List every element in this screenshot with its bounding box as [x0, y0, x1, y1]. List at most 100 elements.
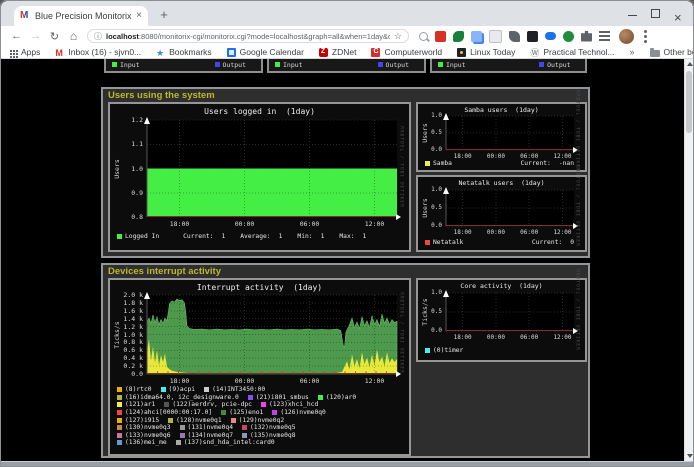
tab-close-icon[interactable]: ×	[136, 11, 142, 21]
section-users-title: Users using the system	[103, 89, 588, 102]
legend-item: (8)rtc0	[117, 386, 152, 393]
scroll-up-arrow-icon[interactable]	[685, 59, 693, 69]
pen-extension-icon[interactable]	[509, 31, 520, 42]
plot-area	[147, 120, 397, 217]
back-button[interactable]	[7, 30, 26, 42]
interrupt-activity-graph[interactable]: Interrupt activity (1day)Ticks/s2.0 k1.8…	[108, 278, 411, 456]
bookmark-item[interactable]: Practical Technol...	[530, 47, 614, 57]
address-bar[interactable]: localhost:8080/monitorix-cgi/monitorix.c…	[87, 29, 409, 43]
x-tick-label: 00:00	[487, 334, 505, 341]
home-button[interactable]	[64, 29, 83, 43]
forward-button[interactable]	[26, 30, 45, 42]
x-tick-label: 12:00	[365, 220, 385, 228]
output-legend-square	[539, 62, 544, 67]
samba-users-graph[interactable]: Samba users (1day)Users1.00.50.018:0000:…	[416, 102, 587, 172]
bookmarks-overflow-chevron[interactable]: »	[630, 47, 635, 57]
stat-label: Current:	[183, 233, 213, 240]
bookmark-item[interactable]: Apps	[9, 47, 40, 57]
dark-square-extension-icon[interactable]	[527, 31, 538, 42]
apps-grid-icon	[10, 50, 12, 52]
legend-color-square	[425, 348, 430, 353]
legend-item: (126)nvme0q0	[272, 409, 326, 416]
legend-row: (136)mei_me(137)snd_hda_intel:card0	[117, 439, 406, 447]
legend-color-square	[318, 395, 323, 400]
scroll-down-arrow-icon[interactable]	[685, 451, 693, 461]
bookmark-item[interactable]: ZDNet	[319, 47, 357, 57]
browser-tab[interactable]: Blue Precision Monitorix ×	[14, 6, 148, 26]
page-info-icon[interactable]	[94, 31, 102, 42]
stat-label: Max:	[339, 233, 354, 240]
y-tick-label: 1.0	[418, 187, 442, 193]
legend-label: (122)aerdrv, pcie-dpc	[172, 401, 252, 408]
stat-value: -nan	[559, 160, 574, 167]
legend-label: (135)nvme0q8	[250, 432, 296, 439]
bookmark-label: Inbox (16) - sjvn0...	[68, 47, 141, 57]
legend-item: (124)ahci[0000:00:17.0]	[117, 409, 212, 416]
netatalk-users-graph[interactable]: Netatalk users (1day)Users1.00.50.018:00…	[416, 175, 587, 252]
other-bookmarks-label: Other bookmarks	[664, 47, 694, 57]
clipped-network-graph-3[interactable]: Input Output	[430, 59, 587, 73]
stat-label: Current:	[520, 160, 550, 167]
legend-color-square	[117, 410, 122, 415]
legend-label: (127)i915	[125, 417, 159, 424]
bookmark-item[interactable]: Computerworld	[371, 47, 442, 57]
other-bookmarks[interactable]: Other bookmarks	[650, 47, 694, 57]
profile-avatar[interactable]	[619, 29, 634, 44]
y-tick-label: 0.8	[110, 214, 143, 220]
legend-item: (128)nvme0q1	[168, 417, 222, 424]
legend-row: SambaCurrent:-nan	[425, 160, 582, 168]
new-tab-button[interactable]: +	[157, 8, 171, 22]
search-icon[interactable]	[419, 32, 428, 41]
puzzle-extensions-icon[interactable]	[581, 31, 592, 42]
menu-kebab-icon[interactable]	[644, 35, 647, 38]
legend-label: (14)INT3450:00	[212, 386, 265, 393]
window-controls	[628, 1, 683, 26]
close-button[interactable]	[674, 9, 683, 18]
x-tick-label: 18:00	[454, 334, 472, 341]
bookmark-item[interactable]: Google Calendar	[227, 47, 304, 57]
legend-item: (21)i801_smbus	[248, 394, 309, 401]
bookmark-label: Practical Technol...	[543, 47, 614, 57]
reading-list-icon[interactable]	[599, 31, 610, 42]
chart-legend: (0)timer	[425, 347, 582, 355]
clipped-network-graph-1[interactable]: Input Output	[104, 59, 263, 73]
green-circle-extension-icon[interactable]	[563, 31, 574, 42]
legend-item: (137)snd_hda_intel:card0	[176, 439, 275, 446]
legend-label: (129)nvme0q2	[239, 417, 285, 424]
x-tick-label: 18:00	[454, 229, 472, 236]
leaf-extension-icon[interactable]	[453, 31, 464, 42]
pages-extension-icon[interactable]	[471, 31, 482, 42]
bookmark-item[interactable]: Bookmarks	[156, 47, 212, 57]
maximize-button[interactable]	[651, 9, 660, 18]
rrdtool-watermark: RRDTOOL / TOBI OETIKER	[399, 292, 404, 374]
legend-label: (132)nvme0q5	[250, 424, 296, 431]
y-tick-label: 0.4 k	[110, 355, 143, 361]
plot-area	[446, 116, 574, 150]
bookmark-item[interactable]: Inbox (16) - sjvn0...	[55, 47, 141, 57]
clipped-network-graph-2[interactable]: Input Output	[267, 59, 426, 73]
x-tick-label: 00:00	[235, 377, 255, 385]
legend-color-square	[180, 425, 185, 430]
input-legend-label: Input	[120, 61, 140, 69]
minimize-button[interactable]	[628, 9, 637, 18]
input-legend-square	[112, 62, 117, 67]
reload-button[interactable]	[45, 30, 64, 43]
scrollbar-thumb[interactable]	[686, 71, 692, 133]
box-extension-icon[interactable]	[489, 30, 502, 43]
legend-label: (128)nvme0q1	[176, 417, 222, 424]
y-tick-label: 1.2	[110, 117, 143, 123]
legend-item: (129)nvme0q2	[231, 417, 285, 424]
bookmark-star-icon[interactable]	[394, 31, 402, 42]
vertical-scrollbar[interactable]	[684, 59, 693, 461]
mail-extension-icon[interactable]	[435, 31, 446, 42]
legend-color-square	[117, 395, 122, 400]
x-tick-label: 12:00	[365, 377, 385, 385]
core-activity-graph[interactable]: Core activity (1day)Ticks/s1.00.50.018:0…	[416, 278, 587, 362]
legend-stats: Current:0	[517, 239, 574, 246]
extensions-row	[419, 30, 610, 43]
output-legend-label: Output	[386, 61, 409, 69]
users-logged-in-graph[interactable]: Users logged in (1day)Users1.21.11.00.90…	[108, 102, 411, 252]
bookmark-item[interactable]: Linux Today	[457, 47, 515, 57]
oval-extension-icon[interactable]	[545, 32, 556, 40]
x-tick-label: 06:00	[300, 220, 320, 228]
